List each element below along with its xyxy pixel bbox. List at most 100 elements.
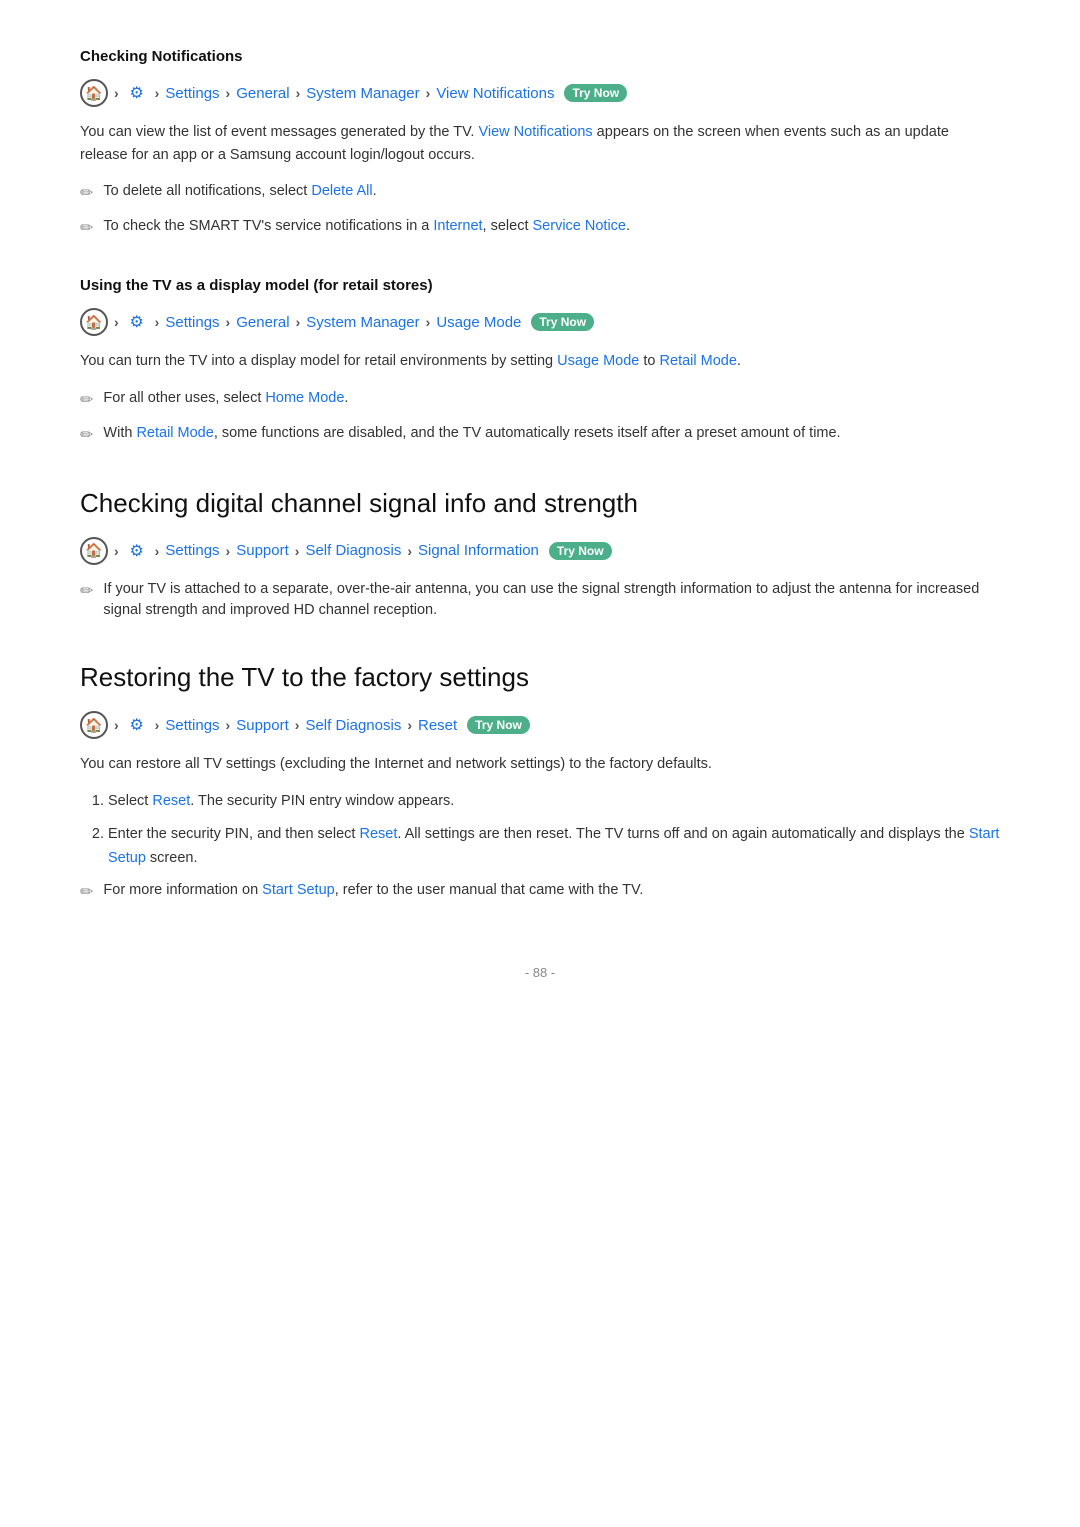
notification-bullet-2: ✏ To check the SMART TV's service notifi… bbox=[80, 216, 1000, 241]
page-footer: - 88 - bbox=[80, 965, 1000, 980]
nav-sep-2: › bbox=[155, 85, 160, 101]
display-model-bullet-1-text: For all other uses, select Home Mode. bbox=[103, 388, 348, 410]
nav-settings-sig[interactable]: Settings bbox=[165, 542, 219, 559]
nav-settings-rst[interactable]: Settings bbox=[165, 717, 219, 734]
nav-path-display-model: 🏠 › ⚙ › Settings › General › System Mana… bbox=[80, 308, 1000, 336]
home-icon-3: 🏠 bbox=[80, 537, 108, 565]
start-setup-link-2[interactable]: Start Setup bbox=[262, 882, 335, 898]
display-model-body-text: You can turn the TV into a display model… bbox=[80, 350, 1000, 373]
factory-reset-bullets: ✏ For more information on Start Setup, r… bbox=[80, 880, 1000, 905]
signal-bullet-1-text: If your TV is attached to a separate, ov… bbox=[103, 579, 1000, 623]
nav-sep-sig-2: › bbox=[155, 543, 160, 559]
display-model-bullet-1: ✏ For all other uses, select Home Mode. bbox=[80, 388, 1000, 413]
factory-reset-heading: Restoring the TV to the factory settings bbox=[80, 662, 1000, 693]
nav-reset[interactable]: Reset bbox=[418, 717, 457, 734]
nav-usage-mode[interactable]: Usage Mode bbox=[436, 314, 521, 331]
nav-sep-1: › bbox=[114, 85, 119, 101]
nav-sep-sig-1: › bbox=[114, 543, 119, 559]
pencil-icon-dm-1: ✏ bbox=[80, 389, 93, 413]
nav-sep-rst-4: › bbox=[295, 717, 300, 733]
pencil-icon-1: ✏ bbox=[80, 182, 93, 206]
nav-settings-dm[interactable]: Settings bbox=[165, 314, 219, 331]
retail-mode-link[interactable]: Retail Mode bbox=[660, 353, 737, 369]
nav-support-sig[interactable]: Support bbox=[236, 542, 289, 559]
factory-reset-bullet-1: ✏ For more information on Start Setup, r… bbox=[80, 880, 1000, 905]
notifications-body-text: You can view the list of event messages … bbox=[80, 121, 1000, 167]
signal-info-section: Checking digital channel signal info and… bbox=[80, 488, 1000, 623]
settings-icon-dm: ⚙ bbox=[125, 310, 149, 334]
home-mode-link[interactable]: Home Mode bbox=[265, 390, 344, 406]
reset-link-2[interactable]: Reset bbox=[359, 826, 397, 842]
factory-reset-steps: Select Reset. The security PIN entry win… bbox=[80, 790, 1000, 870]
notification-bullet-2-text: To check the SMART TV's service notifica… bbox=[103, 216, 630, 238]
nav-path-signal: 🏠 › ⚙ › Settings › Support › Self Diagno… bbox=[80, 537, 1000, 565]
nav-sep-sig-3: › bbox=[226, 543, 231, 559]
nav-sep-rst-3: › bbox=[226, 717, 231, 733]
signal-info-heading: Checking digital channel signal info and… bbox=[80, 488, 1000, 519]
pencil-icon-sig-1: ✏ bbox=[80, 580, 93, 604]
try-now-badge-dm[interactable]: Try Now bbox=[531, 313, 594, 331]
nav-path-notifications: 🏠 › ⚙ › Settings › General › System Mana… bbox=[80, 79, 1000, 107]
checking-notifications-section: Checking Notifications 🏠 › ⚙ › Settings … bbox=[80, 48, 1000, 241]
reset-link-1[interactable]: Reset bbox=[152, 793, 190, 809]
factory-reset-step-1: Select Reset. The security PIN entry win… bbox=[108, 790, 1000, 813]
factory-reset-step-2: Enter the security PIN, and then select … bbox=[108, 823, 1000, 869]
nav-sep-3: › bbox=[226, 85, 231, 101]
nav-sep-dm-2: › bbox=[155, 314, 160, 330]
nav-path-reset: 🏠 › ⚙ › Settings › Support › Self Diagno… bbox=[80, 711, 1000, 739]
nav-general-dm[interactable]: General bbox=[236, 314, 289, 331]
factory-reset-body-text: You can restore all TV settings (excludi… bbox=[80, 753, 1000, 776]
nav-sep-dm-3: › bbox=[226, 314, 231, 330]
signal-bullet-1: ✏ If your TV is attached to a separate, … bbox=[80, 579, 1000, 623]
nav-self-diagnosis-rst[interactable]: Self Diagnosis bbox=[305, 717, 401, 734]
try-now-badge-notifications[interactable]: Try Now bbox=[564, 84, 627, 102]
nav-system-manager-dm[interactable]: System Manager bbox=[306, 314, 419, 331]
notifications-bullets: ✏ To delete all notifications, select De… bbox=[80, 181, 1000, 241]
settings-icon-sig: ⚙ bbox=[125, 539, 149, 563]
nav-settings[interactable]: Settings bbox=[165, 85, 219, 102]
checking-notifications-heading: Checking Notifications bbox=[80, 48, 1000, 65]
page-number: - 88 - bbox=[525, 965, 555, 980]
display-model-section: Using the TV as a display model (for ret… bbox=[80, 277, 1000, 447]
internet-link[interactable]: Internet bbox=[433, 218, 482, 234]
nav-system-manager[interactable]: System Manager bbox=[306, 85, 419, 102]
service-notice-link[interactable]: Service Notice bbox=[533, 218, 626, 234]
nav-view-notifications[interactable]: View Notifications bbox=[436, 85, 554, 102]
signal-bullets: ✏ If your TV is attached to a separate, … bbox=[80, 579, 1000, 623]
delete-all-link[interactable]: Delete All bbox=[311, 183, 372, 199]
display-model-bullets: ✏ For all other uses, select Home Mode. … bbox=[80, 388, 1000, 448]
nav-sep-rst-2: › bbox=[155, 717, 160, 733]
home-icon-2: 🏠 bbox=[80, 308, 108, 336]
nav-sep-dm-1: › bbox=[114, 314, 119, 330]
retail-mode-link-2[interactable]: Retail Mode bbox=[136, 425, 213, 441]
settings-icon-1: ⚙ bbox=[125, 81, 149, 105]
nav-sep-dm-4: › bbox=[296, 314, 301, 330]
nav-sep-4: › bbox=[296, 85, 301, 101]
nav-self-diagnosis-sig[interactable]: Self Diagnosis bbox=[305, 542, 401, 559]
nav-sep-dm-5: › bbox=[426, 314, 431, 330]
factory-reset-section: Restoring the TV to the factory settings… bbox=[80, 662, 1000, 905]
nav-general[interactable]: General bbox=[236, 85, 289, 102]
usage-mode-link[interactable]: Usage Mode bbox=[557, 353, 639, 369]
home-icon-4: 🏠 bbox=[80, 711, 108, 739]
settings-icon-rst: ⚙ bbox=[125, 713, 149, 737]
pencil-icon-dm-2: ✏ bbox=[80, 424, 93, 448]
display-model-bullet-2: ✏ With Retail Mode, some functions are d… bbox=[80, 423, 1000, 448]
nav-sep-sig-5: › bbox=[407, 543, 412, 559]
nav-support-rst[interactable]: Support bbox=[236, 717, 289, 734]
notification-bullet-1: ✏ To delete all notifications, select De… bbox=[80, 181, 1000, 206]
view-notifications-link[interactable]: View Notifications bbox=[478, 124, 592, 140]
nav-sep-rst-5: › bbox=[407, 717, 412, 733]
try-now-badge-signal[interactable]: Try Now bbox=[549, 542, 612, 560]
try-now-badge-reset[interactable]: Try Now bbox=[467, 716, 530, 734]
nav-sep-rst-1: › bbox=[114, 717, 119, 733]
display-model-heading: Using the TV as a display model (for ret… bbox=[80, 277, 1000, 294]
notification-bullet-1-text: To delete all notifications, select Dele… bbox=[103, 181, 376, 203]
nav-signal-information[interactable]: Signal Information bbox=[418, 542, 539, 559]
display-model-bullet-2-text: With Retail Mode, some functions are dis… bbox=[103, 423, 840, 445]
nav-sep-sig-4: › bbox=[295, 543, 300, 559]
pencil-icon-2: ✏ bbox=[80, 217, 93, 241]
factory-reset-bullet-1-text: For more information on Start Setup, ref… bbox=[103, 880, 643, 902]
start-setup-link[interactable]: Start Setup bbox=[108, 826, 999, 865]
pencil-icon-rst-1: ✏ bbox=[80, 881, 93, 905]
